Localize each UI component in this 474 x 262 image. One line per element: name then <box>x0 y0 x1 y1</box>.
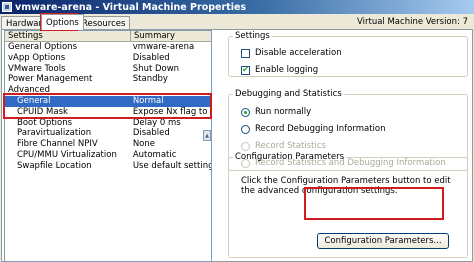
setting-name: CPUID Mask <box>17 106 68 117</box>
category-row-advanced[interactable]: Advanced <box>5 85 211 96</box>
vm-icon <box>2 2 12 12</box>
setting-row-power-management[interactable]: Power Management Standby <box>5 74 211 85</box>
scroll-up-arrow-icon[interactable]: ▲ <box>203 130 211 141</box>
debugging-group-title: Debugging and Statistics <box>235 89 342 99</box>
tab-resources[interactable]: Resources <box>77 16 131 30</box>
setting-row-cpu-mmu-virtualization[interactable]: CPU/MMU Virtualization Automatic <box>5 150 211 161</box>
enable-logging-checkbox[interactable]: ✔ <box>241 65 250 75</box>
setting-name: Swapfile Location <box>17 160 92 171</box>
setting-name: General Options <box>8 42 77 52</box>
setting-summary: Normal <box>132 95 164 106</box>
run-normally-label: Run normally <box>255 107 312 117</box>
setting-name: Advanced <box>8 85 50 96</box>
settings-list[interactable]: Settings Summary General Options vmware-a… <box>4 30 212 262</box>
setting-name: General <box>17 95 51 106</box>
setting-row-vmware-tools[interactable]: VMware Tools Shut Down <box>5 64 211 75</box>
column-header-settings[interactable]: Settings <box>5 31 131 41</box>
setting-name: VMware Tools <box>8 63 66 74</box>
setting-name: CPU/MMU Virtualization <box>17 149 117 160</box>
setting-name: Fibre Channel NPIV <box>17 139 98 150</box>
vm-version-label: Virtual Machine Version: 7 <box>357 17 468 27</box>
setting-name: Boot Options <box>17 117 73 128</box>
setting-summary: vmware-arena <box>132 42 195 52</box>
setting-row-fibre-channel-npiv[interactable]: Fibre Channel NPIV None <box>5 139 211 150</box>
settings-group-title: Settings <box>235 31 270 41</box>
record-debugging-option[interactable]: Record Debugging Information <box>241 124 385 134</box>
setting-summary: Shut Down <box>132 63 180 74</box>
setting-summary: Standby <box>132 74 168 85</box>
record-statistics-label: Record Statistics <box>255 141 326 151</box>
record-statistics-radio <box>241 141 250 151</box>
settings-group: Settings Disable acceleration ✔ Enable l… <box>228 31 468 77</box>
column-header-summary[interactable]: Summary <box>131 31 175 41</box>
tab-options[interactable]: Options <box>41 14 84 30</box>
setting-summary: Disabled <box>132 52 170 63</box>
configuration-group-title: Configuration Parameters <box>235 152 344 162</box>
settings-rows: General Options vmware-arena vApp Options D… <box>5 42 211 172</box>
setting-row-general-options[interactable]: General Options vmware-arena <box>5 42 211 53</box>
window-title: vmware-arena - Virtual Machine Propertie… <box>15 1 247 13</box>
setting-row-boot-options[interactable]: Boot Options Delay 0 ms <box>5 118 211 129</box>
setting-row-swapfile-location[interactable]: Swapfile Location Use default settings <box>5 161 211 172</box>
configuration-description: Click the Configuration Parameters butto… <box>241 176 451 196</box>
record-debugging-label: Record Debugging Information <box>255 124 386 134</box>
disable-acceleration-option[interactable]: Disable acceleration <box>241 48 342 58</box>
record-statistics-option: Record Statistics <box>241 141 326 151</box>
title-bar: vmware-arena - Virtual Machine Propertie… <box>0 0 474 14</box>
setting-summary: Delay 0 ms <box>132 117 181 128</box>
setting-name: Paravirtualization <box>17 128 92 139</box>
setting-summary: Expose Nx flag to <box>132 106 208 117</box>
configuration-parameters-group: Configuration Parameters Click the Confi… <box>228 152 468 258</box>
setting-summary: Automatic <box>132 149 177 160</box>
run-normally-option[interactable]: Run normally <box>241 107 311 117</box>
disable-acceleration-checkbox[interactable] <box>241 48 250 58</box>
setting-row-paravirtualization[interactable]: Paravirtualization Disabled <box>5 128 211 139</box>
record-debugging-radio[interactable] <box>241 124 250 134</box>
run-normally-radio[interactable] <box>241 107 250 117</box>
tab-strip: Hardware Options Resources Virtual Machi… <box>0 14 474 30</box>
setting-name: Power Management <box>8 74 93 85</box>
setting-row-vapp-options[interactable]: vApp Options Disabled <box>5 53 211 64</box>
setting-name: vApp Options <box>8 52 66 63</box>
list-header: Settings Summary <box>5 31 211 42</box>
configuration-parameters-button[interactable]: Configuration Parameters... <box>317 233 449 249</box>
disable-acceleration-label: Disable acceleration <box>255 48 342 58</box>
setting-row-general[interactable]: General Normal <box>5 95 211 107</box>
setting-summary: None <box>132 139 155 150</box>
enable-logging-option[interactable]: ✔ Enable logging <box>241 65 318 75</box>
enable-logging-label: Enable logging <box>255 65 319 75</box>
setting-summary: Disabled <box>132 128 170 139</box>
setting-row-cpuid-mask[interactable]: CPUID Mask Expose Nx flag to <box>5 107 211 118</box>
setting-summary: Use default settings <box>132 160 211 171</box>
